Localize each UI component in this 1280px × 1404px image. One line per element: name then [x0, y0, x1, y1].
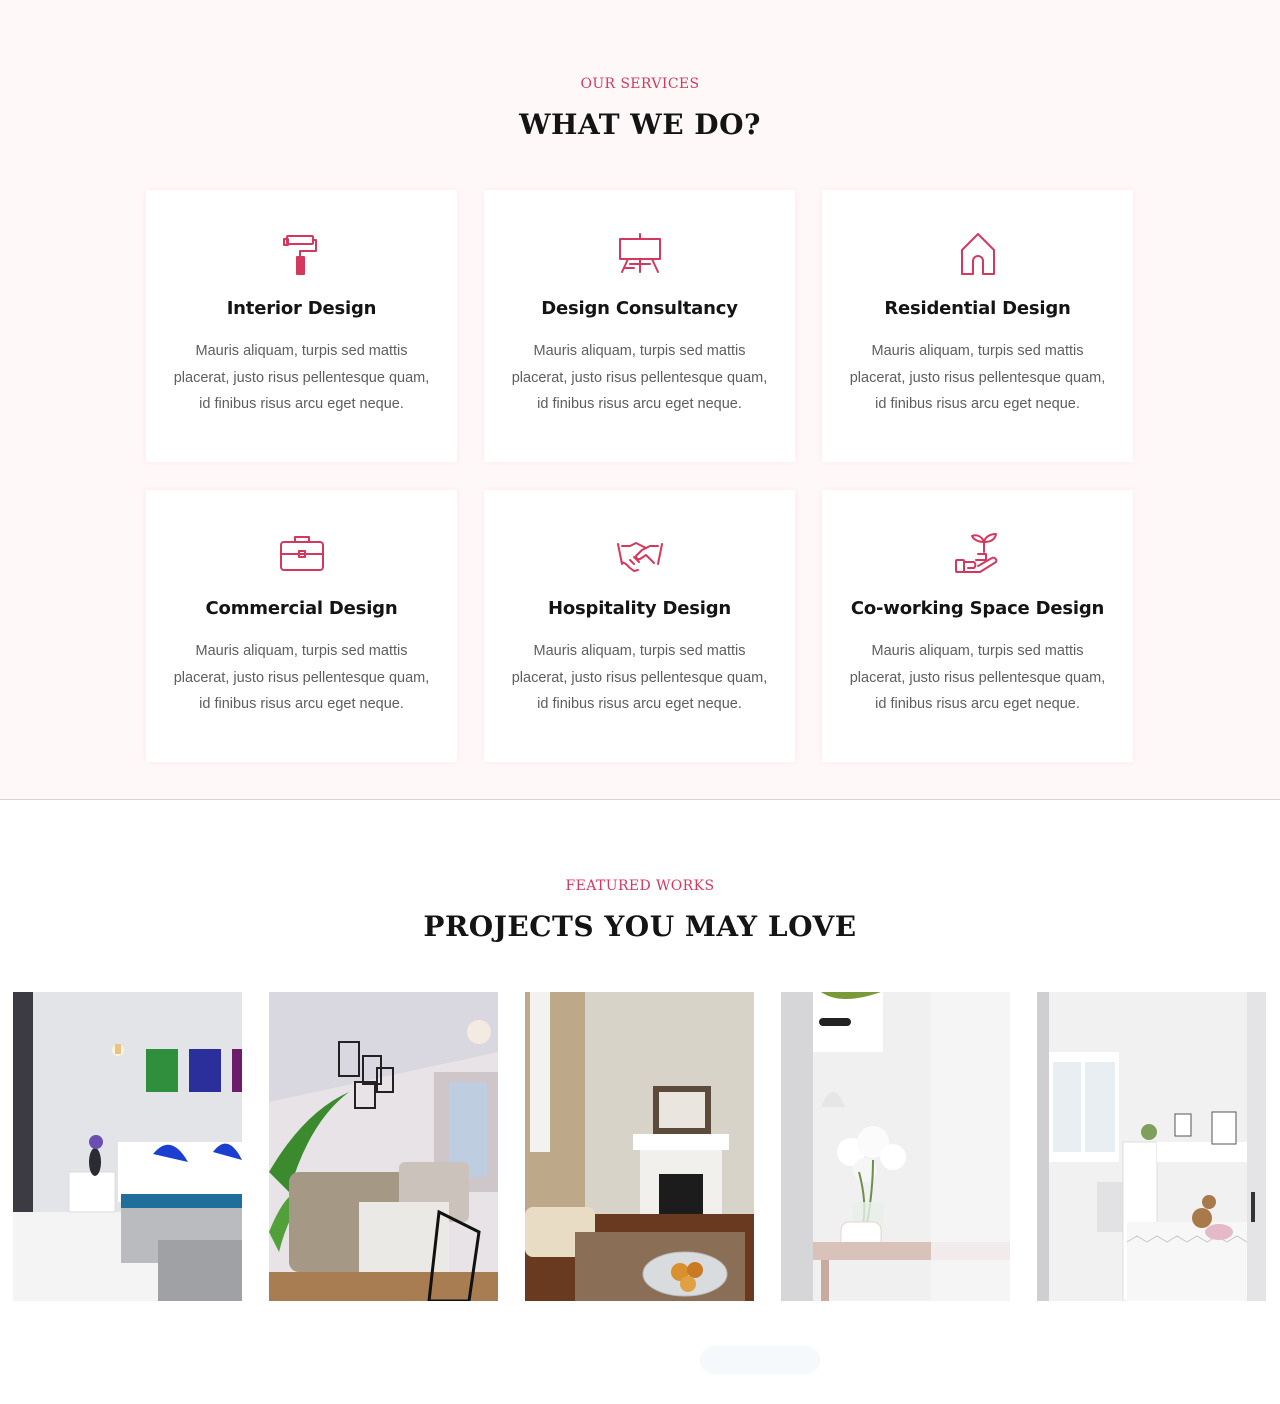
- carousel-indicator: [700, 1346, 820, 1374]
- services-heading: WHAT WE DO?: [519, 108, 761, 141]
- service-card-coworking-space-design[interactable]: Co-working Space Design Mauris aliquam, …: [822, 490, 1133, 762]
- project-card-kids-room[interactable]: [1037, 992, 1266, 1301]
- service-description: Mauris aliquam, turpis sed mattis placer…: [511, 343, 768, 412]
- works-eyebrow: FEATURED WORKS: [565, 878, 715, 894]
- bedroom-photo: [13, 992, 242, 1301]
- briefcase-icon: [278, 530, 326, 578]
- service-card-commercial-design[interactable]: Commercial Design Mauris aliquam, turpis…: [146, 490, 457, 762]
- service-card-hospitality-design[interactable]: Hospitality Design Mauris aliquam, turpi…: [484, 490, 795, 762]
- service-card-residential-design[interactable]: Residential Design Mauris aliquam, turpi…: [822, 190, 1133, 462]
- service-description: Mauris aliquam, turpis sed mattis placer…: [511, 643, 768, 712]
- flower-vase-photo: [781, 992, 1010, 1301]
- service-title: Co-working Space Design: [850, 598, 1105, 619]
- project-card-flower-vase[interactable]: [781, 992, 1010, 1301]
- works-heading: PROJECTS YOU MAY LOVE: [423, 910, 857, 943]
- service-card-design-consultancy[interactable]: Design Consultancy Mauris aliquam, turpi…: [484, 190, 795, 462]
- paint-roller-icon: [278, 230, 326, 278]
- project-card-bedroom[interactable]: [13, 992, 242, 1301]
- service-description: Mauris aliquam, turpis sed mattis placer…: [173, 643, 430, 712]
- services-eyebrow: OUR SERVICES: [580, 76, 700, 92]
- service-title: Design Consultancy: [541, 298, 738, 319]
- service-title: Hospitality Design: [547, 598, 732, 619]
- easel-icon: [616, 230, 664, 278]
- service-title: Residential Design: [884, 298, 1071, 319]
- project-card-living-room[interactable]: [269, 992, 498, 1301]
- service-description: Mauris aliquam, turpis sed mattis placer…: [173, 343, 430, 412]
- fireplace-lounge-photo: [525, 992, 754, 1301]
- service-title: Interior Design: [226, 298, 377, 319]
- handshake-icon: [616, 530, 664, 578]
- house-icon: [954, 230, 1002, 278]
- service-description: Mauris aliquam, turpis sed mattis placer…: [849, 643, 1106, 712]
- service-title: Commercial Design: [205, 598, 398, 619]
- kids-room-photo: [1037, 992, 1266, 1301]
- plant-hand-icon: [954, 530, 1002, 578]
- service-description: Mauris aliquam, turpis sed mattis placer…: [849, 343, 1106, 412]
- services-section: OUR SERVICES WHAT WE DO? Interior Design…: [0, 0, 1280, 800]
- project-card-fireplace-lounge[interactable]: [525, 992, 754, 1301]
- living-room-photo: [269, 992, 498, 1301]
- service-card-interior-design[interactable]: Interior Design Mauris aliquam, turpis s…: [146, 190, 457, 462]
